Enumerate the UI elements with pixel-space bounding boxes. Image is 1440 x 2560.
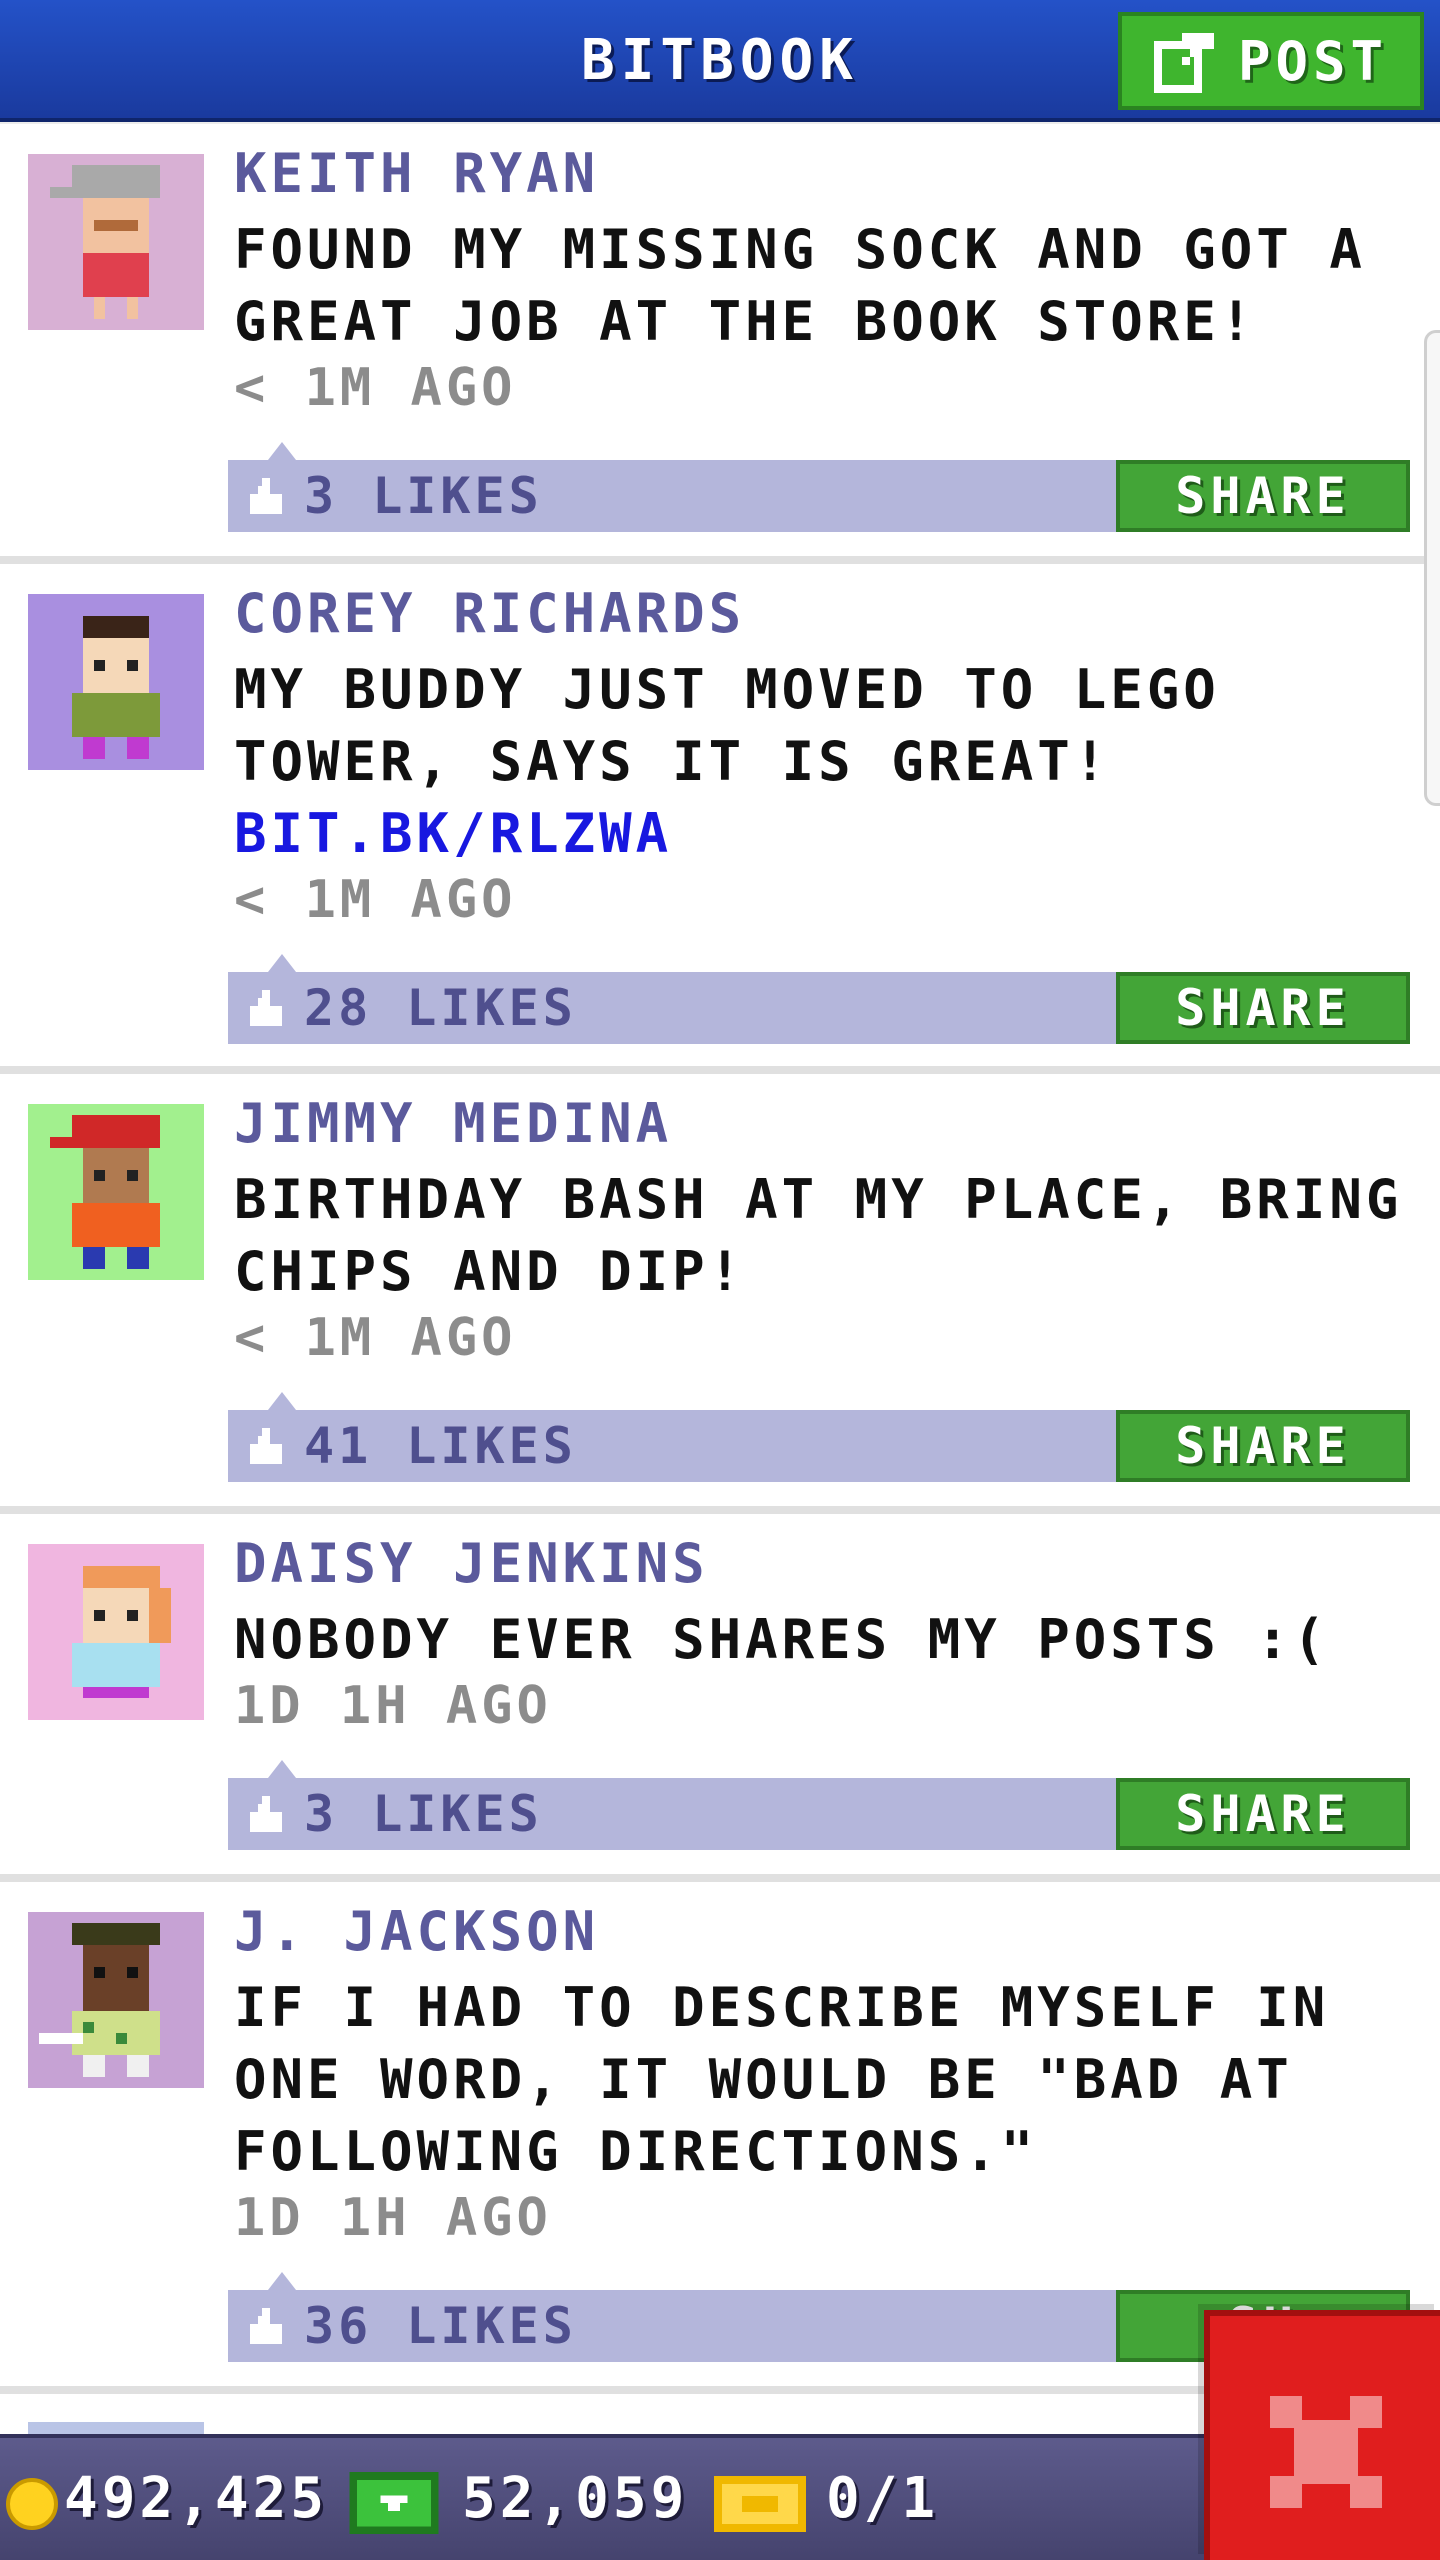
thumbs-up-icon — [250, 1796, 282, 1832]
post-card: JIMMY MEDINA BIRTHDAY BASH AT MY PLACE, … — [0, 1074, 1440, 1514]
like-count: 36 LIKES — [304, 2297, 577, 2355]
poster-name[interactable]: DAISY JENKINS — [234, 1532, 709, 1595]
post-button-label: POST — [1237, 29, 1389, 93]
post-card: KEITH RYAN FOUND MY MISSING SOCK AND GOT… — [0, 124, 1440, 564]
post-time: < 1M AGO — [234, 1308, 517, 1368]
avatar[interactable] — [28, 1104, 204, 1280]
close-icon — [1270, 2396, 1382, 2508]
thumbs-up-icon — [250, 478, 282, 514]
like-bar[interactable]: 3 LIKES SHARE — [228, 442, 1410, 532]
like-count: 41 LIKES — [304, 1417, 577, 1475]
post-message: BIRTHDAY BASH AT MY PLACE, BRING CHIPS A… — [234, 1168, 1403, 1303]
bux-icon — [349, 2472, 439, 2534]
share-button[interactable]: SHARE — [1116, 1410, 1410, 1482]
header-bar: BITBOOK POST — [0, 0, 1440, 122]
post-message: MY BUDDY JUST MOVED TO LEGO TOWER, SAYS … — [234, 658, 1220, 865]
post-time: < 1M AGO — [234, 870, 517, 930]
post-message: NOBODY EVER SHARES MY POSTS :( — [234, 1608, 1330, 1671]
ticket-icon — [714, 2476, 806, 2532]
thumbs-up-icon — [250, 1428, 282, 1464]
post-message: FOUND MY MISSING SOCK AND GOT A GREAT JO… — [234, 218, 1366, 353]
like-bar[interactable]: 28 LIKES SHARE — [228, 954, 1410, 1044]
avatar[interactable] — [28, 154, 204, 330]
post-time: 1D 1H AGO — [234, 2188, 552, 2248]
avatar — [28, 2422, 204, 2434]
compose-icon — [1153, 33, 1214, 93]
like-count: 3 LIKES — [304, 1785, 543, 1843]
avatar-daisy-image — [28, 1544, 204, 1720]
avatar-jimmy-image — [28, 1104, 204, 1280]
avatar-corey-image — [28, 594, 204, 770]
ticket-count: 0/1 — [826, 2466, 940, 2531]
post-button[interactable]: POST — [1118, 12, 1424, 110]
coin-count: 492,425 — [64, 2466, 329, 2531]
coin-icon — [6, 2478, 58, 2530]
post-link[interactable]: BIT.BK/RLZWA — [234, 802, 672, 865]
thumbs-up-icon — [250, 2308, 282, 2344]
share-button[interactable]: SHARE — [1116, 460, 1410, 532]
thumbs-up-icon — [250, 990, 282, 1026]
scroll-indicator[interactable] — [1424, 330, 1440, 806]
post-card: COREY RICHARDS MY BUDDY JUST MOVED TO LE… — [0, 564, 1440, 1074]
like-count: 28 LIKES — [304, 979, 577, 1037]
close-button[interactable] — [1204, 2310, 1440, 2560]
share-button[interactable]: SHARE — [1116, 1778, 1410, 1850]
poster-name[interactable]: KEITH RYAN — [234, 142, 599, 205]
post-time: 1D 1H AGO — [234, 1676, 552, 1736]
like-bar[interactable]: 3 LIKES SHARE — [228, 1760, 1410, 1850]
avatar[interactable] — [28, 1912, 204, 2088]
post-card: DAISY JENKINS NOBODY EVER SHARES MY POST… — [0, 1514, 1440, 1882]
poster-name[interactable]: JIMMY MEDINA — [234, 1092, 672, 1155]
like-bar[interactable]: 41 LIKES SHARE — [228, 1392, 1410, 1482]
avatar-jjackson-image — [28, 1912, 204, 2088]
avatar-keith-image — [28, 154, 204, 330]
avatar[interactable] — [28, 1544, 204, 1720]
like-count: 3 LIKES — [304, 467, 543, 525]
poster-name[interactable]: J. JACKSON — [234, 1900, 599, 1963]
post-message: IF I HAD TO DESCRIBE MYSELF IN ONE WORD,… — [234, 1976, 1330, 2183]
poster-name[interactable]: COREY RICHARDS — [234, 582, 745, 645]
bux-count: 52,059 — [462, 2466, 689, 2531]
avatar[interactable] — [28, 594, 204, 770]
share-button[interactable]: SHARE — [1116, 972, 1410, 1044]
post-time: < 1M AGO — [234, 358, 517, 418]
